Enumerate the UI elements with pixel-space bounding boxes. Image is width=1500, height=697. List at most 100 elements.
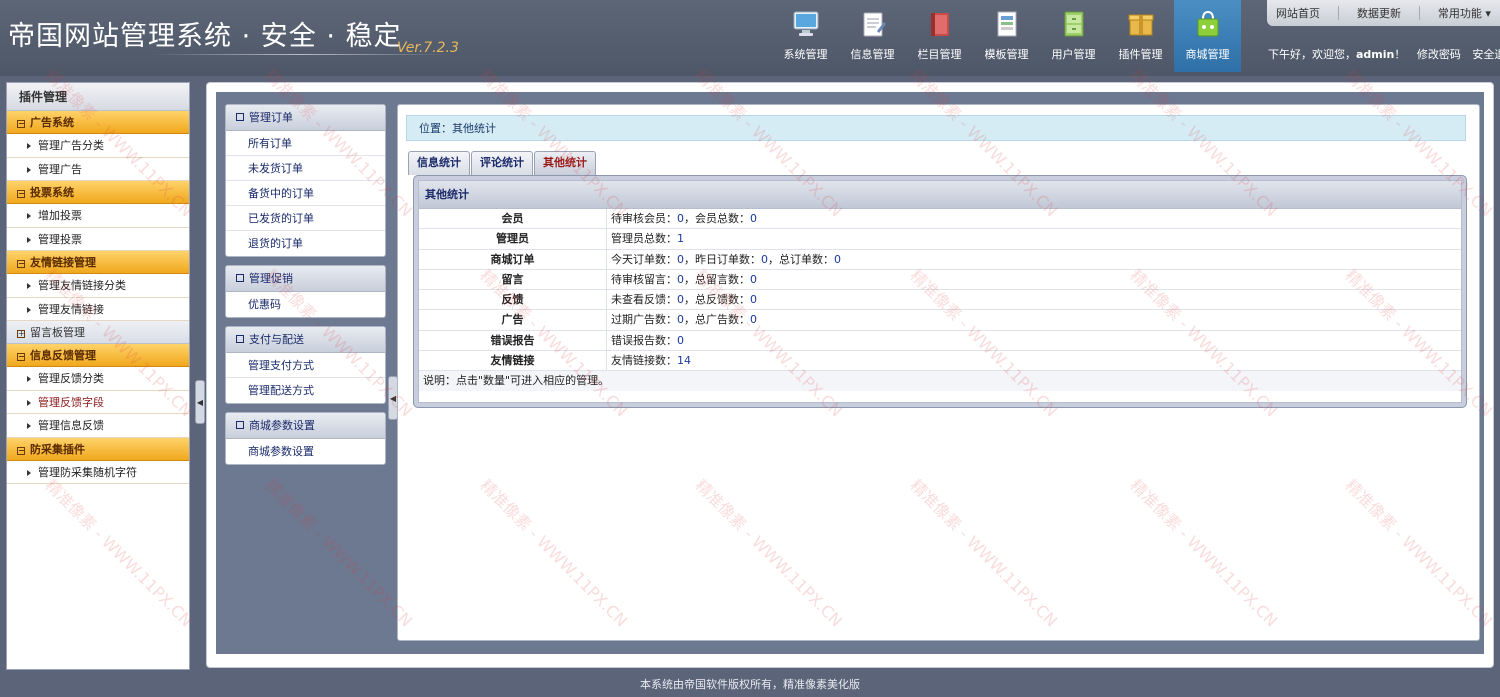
sidebar-item-label: 管理反馈分类 <box>38 372 104 385</box>
sidebar-collapse-handle[interactable]: ◀ <box>195 380 205 424</box>
stats-count-link[interactable]: 0 <box>677 334 684 347</box>
submenu-header[interactable]: 支付与配送 <box>226 327 385 353</box>
submenu-item[interactable]: 优惠码 <box>226 292 385 317</box>
data-update-link[interactable]: 数据更新 <box>1357 5 1401 21</box>
arrow-right-icon <box>27 213 31 219</box>
stats-count-link[interactable]: 0 <box>750 273 757 286</box>
nav-item-3[interactable]: 栏目管理 <box>906 0 973 72</box>
username: admin <box>1356 48 1395 61</box>
stats-count-link[interactable]: 0 <box>677 212 684 225</box>
book-icon <box>925 8 955 40</box>
sidebar-item[interactable]: 管理友情链接 <box>7 297 189 321</box>
sidebar-group[interactable]: − 友情链接管理 <box>7 251 189 274</box>
submenu-panel: 商城参数设置 商城参数设置 <box>225 412 386 465</box>
stats-row-label: 管理员 <box>419 229 607 249</box>
sidebar-group[interactable]: + 留言板管理 <box>7 321 189 344</box>
stats-text: 管理员总数： <box>611 232 677 246</box>
sidebar-group-label: 留言板管理 <box>30 326 85 339</box>
sidebar-group[interactable]: − 防采集插件 <box>7 437 189 461</box>
logout-link[interactable]: 安全退出 <box>1472 48 1500 61</box>
sidebar-group[interactable]: − 广告系统 <box>7 111 189 134</box>
site-home-link[interactable]: 网站首页 <box>1276 5 1320 21</box>
arrow-right-icon <box>27 306 31 313</box>
submenu-header[interactable]: 商城参数设置 <box>226 413 385 439</box>
stats-row-label: 友情链接 <box>419 351 607 371</box>
nav-item-label: 插件管理 <box>1118 48 1163 61</box>
stats-count-link[interactable]: 0 <box>761 253 768 266</box>
submenu-header[interactable]: 管理订单 <box>226 105 385 131</box>
sidebar-item-label: 管理反馈字段 <box>38 395 104 409</box>
sidebar-item[interactable]: 增加投票 <box>7 204 189 228</box>
stats-count-link[interactable]: 0 <box>750 212 757 225</box>
stats-text: ，昨日订单数： <box>684 252 761 266</box>
stats-row-value: 过期广告数：0，总广告数：0 <box>607 310 1461 329</box>
submenu-item[interactable]: 退货的订单 <box>226 231 385 256</box>
submenu-header[interactable]: 管理促销 <box>226 266 385 292</box>
nav-item-label: 商城管理 <box>1185 48 1230 61</box>
submenu-item[interactable]: 已发货的订单 <box>226 206 385 231</box>
version-label: Ver.7.2.3 <box>397 40 459 56</box>
arrow-right-icon <box>27 143 31 149</box>
stats-row-label: 广告 <box>419 310 607 330</box>
stats-row: 广告 过期广告数：0，总广告数：0 <box>419 310 1461 331</box>
stats-count-link[interactable]: 0 <box>677 293 684 306</box>
sidebar-group-label: 投票系统 <box>30 186 74 199</box>
sidebar-item[interactable]: 管理广告 <box>7 157 189 181</box>
tab-comment-stats[interactable]: 评论统计 <box>471 151 533 175</box>
sidebar-item-label: 管理友情链接 <box>38 302 104 316</box>
stats-count-link[interactable]: 0 <box>750 293 757 306</box>
stats-text: ，会员总数： <box>684 212 750 225</box>
sidebar-item-label: 管理投票 <box>38 232 82 246</box>
stats-text: 友情链接数： <box>611 354 677 368</box>
sidebar-group-label: 防采集插件 <box>30 442 85 456</box>
common-functions-dropdown[interactable]: 常用功能 ▾ <box>1438 5 1491 21</box>
stats-rows: 会员 待审核会员：0，会员总数：0 管理员 管理员总数：1 商城订单 今天订单数：0，昨日… <box>419 209 1461 372</box>
submenu-panel: 管理促销 优惠码 <box>225 265 386 318</box>
stats-count-link[interactable]: 0 <box>834 253 841 266</box>
stats-text: ，总广告数： <box>684 313 750 327</box>
welcome-text: 下午好，欢迎您， <box>1268 48 1356 61</box>
sidebar-item[interactable]: 管理友情链接分类 <box>7 274 189 298</box>
nav-item-5[interactable]: 用户管理 <box>1040 0 1107 72</box>
sidebar-item[interactable]: 管理反馈字段 <box>7 390 189 414</box>
sidebar-item[interactable]: 管理广告分类 <box>7 134 189 158</box>
submenu-item[interactable]: 商城参数设置 <box>226 439 385 464</box>
stats-count-link[interactable]: 0 <box>750 313 757 326</box>
nav-item-2[interactable]: 信息管理 <box>839 0 906 72</box>
nav-item-1[interactable]: 系统管理 <box>772 0 839 72</box>
submenu-header-label: 支付与配送 <box>249 333 304 346</box>
breadcrumb-current[interactable]: 其他统计 <box>452 122 496 135</box>
submenu-item[interactable]: 备货中的订单 <box>226 181 385 206</box>
stats-row: 留言 待审核留言：0，总留言数：0 <box>419 269 1461 291</box>
nav-item-4[interactable]: 模板管理 <box>973 0 1040 72</box>
stats-count-link[interactable]: 14 <box>677 354 691 367</box>
stats-count-link[interactable]: 0 <box>677 253 684 266</box>
sidebar-item[interactable]: 管理投票 <box>7 227 189 251</box>
sidebar-item[interactable]: 管理信息反馈 <box>7 414 189 438</box>
submenu-item[interactable]: 管理支付方式 <box>226 353 385 378</box>
stats-text: 今天订单数： <box>611 252 677 266</box>
stats-title: 其他统计 <box>419 181 1461 209</box>
change-password-link[interactable]: 修改密码 <box>1417 48 1461 61</box>
stats-row: 管理员 管理员总数：1 <box>419 229 1461 250</box>
submenu-item[interactable]: 所有订单 <box>226 131 385 156</box>
submenu-item[interactable]: 未发货订单 <box>226 156 385 181</box>
tab-other-stats[interactable]: 其他统计 <box>534 151 596 177</box>
stats-row-value: 待审核留言：0，总留言数：0 <box>607 270 1461 289</box>
nav-item-6[interactable]: 插件管理 <box>1107 0 1174 72</box>
nav-item-7[interactable]: 商城管理 <box>1174 0 1241 72</box>
stats-count-link[interactable]: 0 <box>677 313 684 326</box>
main-nav: 系统管理 信息管理 栏目管理 模板管理 用户管理 插件管理 商城管理 <box>772 0 1241 72</box>
submenu-item[interactable]: 管理配送方式 <box>226 378 385 403</box>
sidebar-item[interactable]: 管理反馈分类 <box>7 367 189 391</box>
tab-info-stats[interactable]: 信息统计 <box>408 151 470 175</box>
stats-table: 其他统计 会员 待审核会员：0，会员总数：0 管理员 管理员总数：1 商城订单 今天订单数… <box>418 180 1462 403</box>
sidebar-item[interactable]: 管理防采集随机字符 <box>7 460 189 484</box>
collapse-icon: − <box>17 259 25 268</box>
square-icon <box>236 335 244 343</box>
sidebar-group[interactable]: − 投票系统 <box>7 181 189 204</box>
stats-text: 错误报告数： <box>611 333 677 347</box>
stats-count-link[interactable]: 0 <box>677 273 684 286</box>
stats-count-link[interactable]: 1 <box>677 232 684 245</box>
sidebar-group[interactable]: − 信息反馈管理 <box>7 344 189 367</box>
